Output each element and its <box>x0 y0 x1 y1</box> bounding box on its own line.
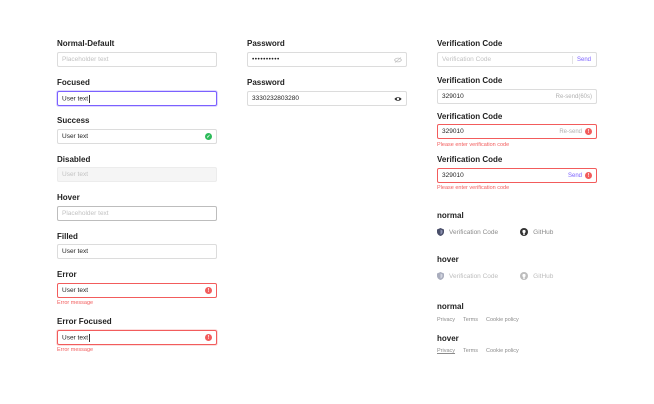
vc4-error-message: Please enter verification code <box>437 185 510 191</box>
error-focused-input[interactable]: User text ! <box>57 330 217 345</box>
label-error: Error <box>57 270 77 279</box>
verification-code-login-label: Verification Code <box>449 228 499 236</box>
error-message: Error message <box>57 300 94 306</box>
verification-code-countdown-input[interactable]: 329010 Re-send(60s) <box>437 89 597 104</box>
send-code-button[interactable]: Send <box>568 173 582 179</box>
password-shown-value: 3330232803280 <box>252 95 299 102</box>
error-focused-input-value: User text <box>62 334 89 342</box>
label-focused: Focused <box>57 78 90 87</box>
vc4-value: 329010 <box>442 172 464 179</box>
label-hover: Hover <box>57 193 80 202</box>
check-circle-icon: ✓ <box>205 133 212 140</box>
footer-links-hover: Privacy Terms Cookie policy <box>437 348 527 354</box>
github-login-label: GitHub <box>533 272 554 280</box>
error-focused-message: Error message <box>57 347 94 353</box>
vc3-error-message: Please enter verification code <box>437 142 510 148</box>
github-icon <box>520 272 529 280</box>
verification-code-error-send-input[interactable]: 329010 Send ! <box>437 168 597 183</box>
error-circle-icon: ! <box>585 172 592 179</box>
filled-input[interactable]: User text <box>57 244 217 259</box>
disabled-input: User text <box>57 167 217 182</box>
label-error-focused: Error Focused <box>57 317 112 326</box>
text-caret <box>89 333 91 342</box>
terms-link[interactable]: Terms <box>463 317 478 323</box>
password-hidden-input[interactable]: •••••••••• <box>247 52 407 67</box>
vc3-value: 329010 <box>442 128 464 135</box>
terms-link[interactable]: Terms <box>463 348 478 354</box>
cookie-policy-link[interactable]: Cookie policy <box>486 348 519 354</box>
vc1-placeholder: Verification Code <box>442 56 492 63</box>
hover-input-placeholder: Placeholder text <box>62 210 109 217</box>
error-circle-icon: ! <box>585 128 592 135</box>
github-login-label: GitHub <box>533 228 554 236</box>
label-links-normal: normal <box>437 302 464 311</box>
filled-input-value: User text <box>62 248 89 255</box>
shield-icon <box>437 272 444 280</box>
label-password-hidden: Password <box>247 39 285 48</box>
github-login-link[interactable]: GitHub <box>520 228 553 236</box>
success-input[interactable]: User text ✓ <box>57 129 217 144</box>
label-vc1: Verification Code <box>437 39 503 48</box>
focused-input-value: User text <box>62 95 89 103</box>
label-social-normal: normal <box>437 211 464 220</box>
error-input-value: User text <box>62 287 89 294</box>
disabled-input-placeholder: User text <box>62 171 89 178</box>
text-caret <box>89 94 91 103</box>
label-vc4: Verification Code <box>437 155 503 164</box>
error-circle-icon: ! <box>205 334 212 341</box>
privacy-link[interactable]: Privacy <box>437 348 455 354</box>
github-login-link[interactable]: GitHub <box>520 272 553 280</box>
github-icon <box>520 228 529 236</box>
label-disabled: Disabled <box>57 155 91 164</box>
label-vc3: Verification Code <box>437 112 503 121</box>
hover-input[interactable]: Placeholder text <box>57 206 217 221</box>
password-hidden-value: •••••••••• <box>252 56 280 63</box>
normal-input-placeholder: Placeholder text <box>62 56 109 63</box>
verification-code-login-label: Verification Code <box>449 272 499 280</box>
vc2-value: 329010 <box>442 93 464 100</box>
success-input-value: User text <box>62 133 89 140</box>
cookie-policy-link[interactable]: Cookie policy <box>486 317 519 323</box>
verification-code-login-link[interactable]: Verification Code <box>437 272 498 280</box>
eye-icon[interactable] <box>394 96 402 102</box>
social-login-normal: Verification Code GitHub <box>437 228 575 236</box>
label-vc2: Verification Code <box>437 76 503 85</box>
divider <box>571 55 573 64</box>
shield-icon <box>437 228 444 236</box>
resend-countdown: Re-send(60s) <box>555 93 592 100</box>
verification-code-error-input[interactable]: 329010 Re-send ! <box>437 124 597 139</box>
send-code-button[interactable]: Send <box>577 57 591 63</box>
verification-code-login-link[interactable]: Verification Code <box>437 228 498 236</box>
resend-button[interactable]: Re-send <box>559 129 582 135</box>
focused-input[interactable]: User text <box>57 91 217 106</box>
label-normal-default: Normal-Default <box>57 39 115 48</box>
verification-code-input[interactable]: Verification Code Send <box>437 52 597 67</box>
eye-off-icon[interactable] <box>394 56 402 63</box>
label-social-hover: hover <box>437 255 459 264</box>
label-filled: Filled <box>57 232 78 241</box>
password-shown-input[interactable]: 3330232803280 <box>247 91 407 106</box>
error-circle-icon: ! <box>205 287 212 294</box>
privacy-link[interactable]: Privacy <box>437 317 455 323</box>
label-links-hover: hover <box>437 334 459 343</box>
social-login-hover: Verification Code GitHub <box>437 272 575 280</box>
label-success: Success <box>57 116 90 125</box>
normal-input[interactable]: Placeholder text <box>57 52 217 67</box>
footer-links-normal: Privacy Terms Cookie policy <box>437 317 527 323</box>
label-password-shown: Password <box>247 78 285 87</box>
error-input[interactable]: User text ! <box>57 283 217 298</box>
